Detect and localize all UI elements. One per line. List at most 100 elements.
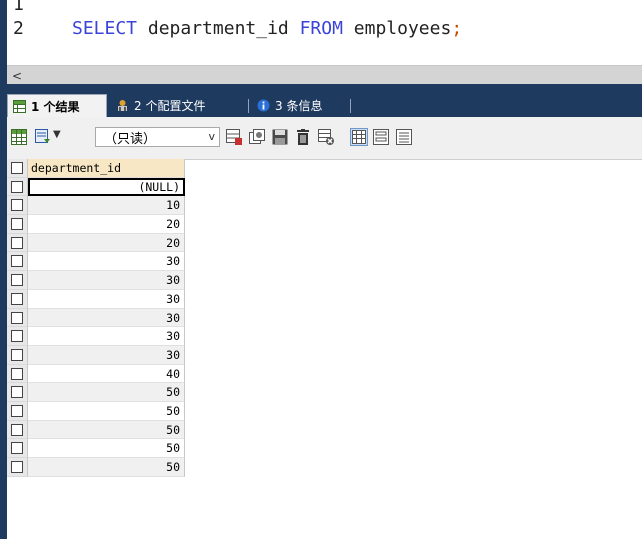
row-checkbox-cell[interactable] [7,289,28,309]
department-id-cell[interactable]: 30 [28,289,185,309]
table-row[interactable]: 20 [7,215,185,234]
row-checkbox-cell[interactable] [7,327,28,346]
delete-icon[interactable] [295,129,311,145]
department-id-cell[interactable]: 50 [28,420,185,440]
line-number: 1 [13,0,24,15]
grid-mode-icon[interactable] [350,128,368,146]
export-icon[interactable] [35,129,51,145]
row-checkbox-cell[interactable] [7,215,28,234]
text-mode-icon[interactable] [396,129,412,145]
readonly-mode-select[interactable]: （只读） v [95,127,220,147]
scroll-left-arrow[interactable]: < [9,66,25,85]
checkbox[interactable] [11,311,23,324]
chevron-down-icon[interactable]: ▼ [53,129,69,145]
profile-icon [116,99,129,112]
row-checkbox-cell[interactable] [7,458,28,477]
checkbox[interactable] [11,330,23,343]
checkbox[interactable] [11,292,23,305]
department-id-cell[interactable]: 50 [28,401,185,421]
checkbox[interactable] [11,461,23,473]
row-checkbox-cell[interactable] [7,308,28,328]
table-row[interactable]: 30 [7,345,185,365]
department-id-cell[interactable]: 20 [28,215,185,234]
checkbox[interactable] [11,442,23,455]
department-id-cell[interactable]: 50 [28,439,185,458]
department-id-cell[interactable]: 40 [28,364,185,384]
department-id-cell[interactable]: 30 [28,308,185,328]
result-grid[interactable]: department_id (NULL) 10 20 20 30 30 30 30 30 30 40… [7,159,185,477]
result-toolbar: ▼ （只读） v [7,117,642,160]
table-row[interactable]: 10 [7,196,185,216]
tab-messages-label: 3 条信息 [275,99,323,113]
line-number: 2 [13,18,24,39]
select-all-checkbox-cell[interactable] [7,159,28,178]
sql-editor[interactable]: 1 2 SELECT department_id FROM employees; [7,0,642,65]
table-row[interactable]: 50 [7,458,185,477]
checkbox[interactable] [11,255,23,268]
splitter[interactable] [7,84,642,94]
table-row[interactable]: 50 [7,383,185,402]
checkbox[interactable] [11,423,23,436]
editor-horizontal-scrollbar[interactable]: < [7,65,642,85]
table-row[interactable]: 50 [7,420,185,440]
row-checkbox-cell[interactable] [7,177,28,197]
table-row[interactable]: 50 [7,401,185,421]
row-checkbox-cell[interactable] [7,439,28,458]
column-header-department-id[interactable]: department_id [28,159,185,178]
row-checkbox-cell[interactable] [7,364,28,384]
row-checkbox-cell[interactable] [7,252,28,272]
tab-separator [350,99,351,113]
department-id-cell[interactable]: 30 [28,252,185,272]
checkbox[interactable] [11,236,23,249]
row-checkbox-cell[interactable] [7,401,28,421]
form-mode-icon[interactable] [373,129,389,145]
checkbox[interactable] [11,218,23,231]
department-id-cell[interactable]: 30 [28,271,185,290]
table-row[interactable]: 20 [7,233,185,253]
checkbox[interactable] [11,180,23,193]
department-id-cell[interactable]: 10 [28,196,185,216]
table-row[interactable]: 30 [7,289,185,309]
department-id-cell[interactable]: (NULL) [28,177,185,197]
tab-profile[interactable]: 2 个配置文件 [111,94,245,117]
save-icon[interactable] [272,129,288,145]
table-row[interactable]: 30 [7,252,185,272]
tab-messages[interactable]: 3 条信息 [252,94,347,117]
sql-code-line[interactable]: SELECT department_id FROM employees; [72,18,462,39]
tab-profile-label: 2 个配置文件 [134,99,206,113]
department-id-cell[interactable]: 50 [28,383,185,402]
line-number-gutter: 1 2 [7,0,51,65]
grid-header-row: department_id [7,159,185,178]
row-checkbox-cell[interactable] [7,196,28,216]
checkbox[interactable] [11,386,23,399]
window-left-border [0,0,7,539]
table-row[interactable]: 30 [7,271,185,290]
department-id-cell[interactable]: 20 [28,233,185,253]
checkbox[interactable] [11,367,23,380]
cancel-changes-icon[interactable] [318,129,334,145]
checkbox[interactable] [11,404,23,417]
row-checkbox-cell[interactable] [7,420,28,440]
department-id-cell[interactable]: 50 [28,458,185,477]
tab-results[interactable]: 1 个结果 [7,94,107,117]
info-icon [257,99,270,112]
row-checkbox-cell[interactable] [7,271,28,290]
checkbox[interactable] [11,162,23,174]
department-id-cell[interactable]: 30 [28,345,185,365]
checkbox[interactable] [11,274,23,287]
duplicate-row-icon[interactable] [249,129,265,145]
row-checkbox-cell[interactable] [7,345,28,365]
grid-icon [13,99,26,113]
table-row[interactable]: 50 [7,439,185,458]
checkbox[interactable] [11,348,23,361]
table-row[interactable]: 40 [7,364,185,384]
insert-row-icon[interactable] [226,129,242,145]
row-checkbox-cell[interactable] [7,233,28,253]
table-row[interactable]: 30 [7,327,185,346]
checkbox[interactable] [11,199,23,212]
department-id-cell[interactable]: 30 [28,327,185,346]
table-row[interactable]: 30 [7,308,185,328]
row-checkbox-cell[interactable] [7,383,28,402]
grid-view-icon[interactable] [11,129,27,145]
table-row[interactable]: (NULL) [7,177,185,197]
